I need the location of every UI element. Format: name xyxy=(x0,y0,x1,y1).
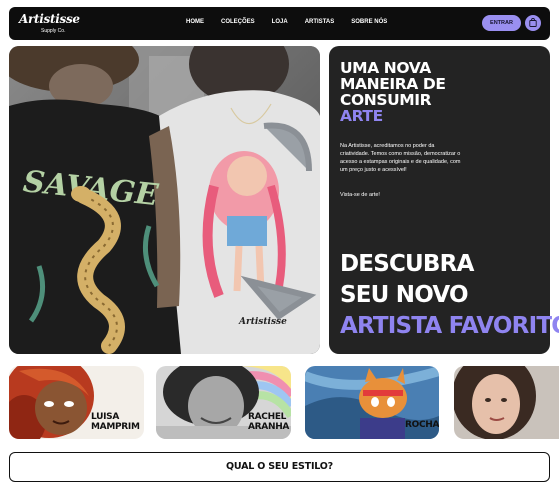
artist-card-partial[interactable] xyxy=(454,366,559,439)
brand-tagline: Supply Co. xyxy=(41,28,66,34)
nav-link-loja[interactable]: LOJA xyxy=(272,19,288,25)
headline-line: CONSUMIR xyxy=(340,91,432,109)
headline-line: MANEIRA DE xyxy=(340,75,446,93)
artist-photo xyxy=(454,366,559,439)
discover-line: DESCUBRA xyxy=(340,251,474,277)
hero-tagline: Vista-se de arte! xyxy=(340,192,380,198)
artist-card-luisa-mamprim[interactable]: LUISA MAMPRIM xyxy=(9,366,144,439)
headline-line: UMA NOVA xyxy=(340,59,431,77)
shirt-logo-text: Artistisse xyxy=(238,317,287,327)
artist-name: LUISA MAMPRIM xyxy=(91,412,140,432)
nav-link-colecoes[interactable]: COLEÇÕES xyxy=(221,19,255,25)
hero-image: SAVAGE Artistisse xyxy=(9,46,320,354)
artist-name-line: MAMPRIM xyxy=(91,422,140,432)
style-quiz-button[interactable]: QUAL O SEU ESTILO? xyxy=(9,452,550,482)
hero-panel: UMA NOVA MANEIRA DE CONSUMIR ARTE Na Art… xyxy=(329,46,559,354)
nav-links: HOME COLEÇÕES LOJA ARTISTAS SOBRE NÓS xyxy=(186,19,404,25)
hero-headline: UMA NOVA MANEIRA DE CONSUMIR ARTE xyxy=(340,60,490,124)
artist-name-line: LUISA xyxy=(91,412,120,422)
headline-accent: ARTE xyxy=(340,107,383,125)
discover-line: SEU NOVO xyxy=(340,282,469,308)
artist-name: RACHEL ARANHA xyxy=(248,412,289,432)
hero-photo: SAVAGE Artistisse xyxy=(9,46,320,354)
shopping-bag-icon xyxy=(529,18,537,27)
artist-card-rachel-aranha[interactable]: RACHEL ARANHA xyxy=(156,366,291,439)
nav-link-artistas[interactable]: ARTISTAS xyxy=(305,19,335,25)
artist-name-line: RACHEL xyxy=(248,412,287,422)
discover-heading: DESCUBRA SEU NOVO ARTISTA FAVORITO! xyxy=(340,249,559,342)
artist-name: ROCHA xyxy=(405,420,439,430)
nav-link-home[interactable]: HOME xyxy=(186,19,204,25)
artist-name-line: ROCHA xyxy=(405,420,439,430)
nav-link-sobre-nos[interactable]: SOBRE NÓS xyxy=(351,19,387,25)
brand-logo[interactable]: Artistisse Supply Co. xyxy=(19,11,81,37)
brand-name: Artistisse xyxy=(19,12,80,26)
artist-card-rocha[interactable]: ROCHA xyxy=(305,366,439,439)
hero-description: Na Artistisse, acreditamos no poder da c… xyxy=(340,143,461,173)
discover-accent: ARTISTA FAVORITO! xyxy=(340,313,559,339)
navbar: Artistisse Supply Co. HOME COLEÇÕES LOJA… xyxy=(9,7,550,40)
cart-button[interactable] xyxy=(525,15,541,31)
login-button[interactable]: ENTRAR xyxy=(482,15,521,31)
artist-name-line: ARANHA xyxy=(248,422,290,432)
